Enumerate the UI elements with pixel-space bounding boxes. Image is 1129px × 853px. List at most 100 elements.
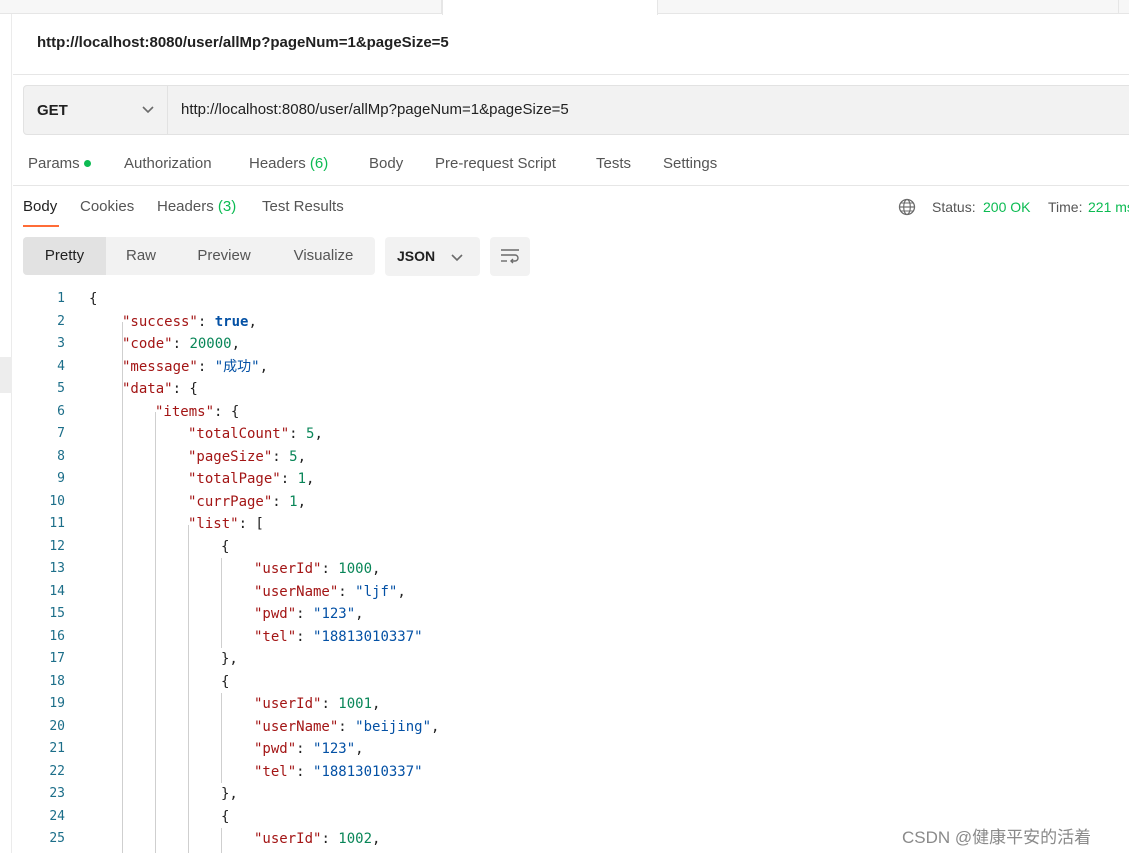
json-key: "code" bbox=[122, 336, 173, 352]
code-text: { bbox=[221, 673, 230, 690]
request-tab[interactable] bbox=[658, 0, 1119, 14]
tab-headers[interactable]: Headers (6) bbox=[249, 155, 328, 172]
line-number: 1 bbox=[57, 291, 65, 306]
sidebar-selection-marker bbox=[0, 357, 12, 393]
url-bar: GET http://localhost:8080/user/allMp?pag… bbox=[23, 85, 1129, 135]
json-key: "tel" bbox=[254, 763, 297, 780]
url-input[interactable]: http://localhost:8080/user/allMp?pageNum… bbox=[181, 101, 569, 118]
method-select[interactable]: GET bbox=[24, 86, 168, 134]
tab-tests[interactable]: Tests bbox=[596, 155, 631, 172]
json-key: "userId" bbox=[254, 696, 322, 712]
format-dropdown[interactable]: JSON bbox=[385, 237, 480, 276]
chevron-down-icon bbox=[142, 106, 154, 114]
code-text: "list": [ bbox=[188, 516, 264, 532]
watermark: CSDN @健康平安的活着 bbox=[902, 828, 1092, 847]
format-label: JSON bbox=[397, 248, 436, 264]
tab-prerequest-script[interactable]: Pre-request Script bbox=[435, 155, 556, 172]
request-tab-active[interactable] bbox=[442, 0, 658, 15]
view-pretty[interactable]: Pretty bbox=[23, 237, 106, 275]
code-line: 21 "pwd": "123", bbox=[13, 738, 1129, 761]
code-text: { bbox=[89, 291, 98, 307]
line-number: 19 bbox=[49, 696, 65, 711]
code-line: 12 { bbox=[13, 536, 1129, 559]
code-text: "items": { bbox=[155, 403, 240, 420]
json-key: "data" bbox=[122, 381, 173, 397]
json-value: 1001 bbox=[338, 696, 373, 712]
line-number: 18 bbox=[49, 673, 65, 689]
tab-params-label: Params bbox=[28, 155, 80, 172]
response-divider bbox=[13, 185, 1129, 186]
code-text: }, bbox=[221, 786, 238, 802]
response-tab-headers-label: Headers bbox=[157, 198, 214, 215]
json-value: 1 bbox=[297, 471, 307, 487]
json-value: "ljf" bbox=[355, 583, 398, 600]
line-number: 11 bbox=[49, 516, 65, 531]
json-value: 1002 bbox=[338, 831, 373, 847]
line-number: 25 bbox=[49, 831, 65, 846]
code-text: "pageSize": 5, bbox=[188, 448, 307, 465]
view-visualize[interactable]: Visualize bbox=[272, 237, 375, 275]
tab-params[interactable]: Params bbox=[28, 155, 91, 172]
line-number: 5 bbox=[57, 381, 65, 396]
json-value: 1 bbox=[289, 493, 298, 510]
code-text: "tel": "18813010337" bbox=[254, 628, 423, 645]
line-number: 6 bbox=[57, 403, 65, 419]
active-tab-underline bbox=[23, 225, 59, 227]
code-text: "data": { bbox=[122, 381, 198, 397]
code-line: 18 { bbox=[13, 671, 1129, 694]
view-preview[interactable]: Preview bbox=[176, 237, 272, 275]
code-text: "currPage": 1, bbox=[188, 493, 307, 510]
code-line: 17}, bbox=[13, 648, 1129, 671]
json-key: "pageSize" bbox=[188, 448, 273, 465]
response-tab-test-results[interactable]: Test Results bbox=[262, 198, 344, 215]
status-value[interactable]: 200 OK bbox=[983, 199, 1030, 215]
response-body-viewer[interactable]: 1{ 2 "success": true, 3 "code": 20000, 4 "m… bbox=[13, 288, 1129, 853]
code-line: 5 "data": { bbox=[13, 378, 1129, 401]
tab-authorization[interactable]: Authorization bbox=[124, 155, 212, 172]
code-line: 19 "userId": 1001, bbox=[13, 693, 1129, 716]
wrap-lines-button[interactable] bbox=[490, 237, 530, 276]
tab-body[interactable]: Body bbox=[369, 155, 403, 172]
code-line: 7 "totalCount": 5, bbox=[13, 423, 1129, 446]
request-title[interactable]: http://localhost:8080/user/allMp?pageNum… bbox=[37, 34, 449, 51]
json-key: "items" bbox=[155, 403, 215, 420]
response-tab-cookies[interactable]: Cookies bbox=[80, 198, 134, 215]
json-key: "list" bbox=[188, 516, 239, 532]
chevron-down-icon bbox=[451, 254, 463, 262]
json-key: "currPage" bbox=[188, 493, 273, 510]
code-text: "userId": 1000, bbox=[254, 561, 381, 577]
line-number: 8 bbox=[57, 448, 65, 464]
code-line: 11 "list": [ bbox=[13, 513, 1129, 536]
json-key: "pwd" bbox=[254, 741, 297, 757]
code-text: "totalCount": 5, bbox=[188, 426, 323, 442]
code-line: 14 "userName": "ljf", bbox=[13, 581, 1129, 604]
code-line: 6 "items": { bbox=[13, 401, 1129, 424]
tab-strip bbox=[0, 0, 1129, 15]
wrap-lines-icon bbox=[501, 249, 519, 264]
json-key: "pwd" bbox=[254, 606, 297, 622]
line-number: 21 bbox=[49, 741, 65, 756]
globe-icon[interactable] bbox=[898, 198, 916, 216]
view-raw[interactable]: Raw bbox=[106, 237, 176, 275]
tab-settings[interactable]: Settings bbox=[663, 155, 717, 172]
response-tab-headers[interactable]: Headers (3) bbox=[157, 198, 236, 215]
code-text: "userId": 1001, bbox=[254, 696, 381, 712]
line-number: 22 bbox=[49, 763, 65, 779]
code-text: }, bbox=[221, 651, 238, 667]
code-text: { bbox=[221, 808, 230, 825]
status-label: Status: bbox=[932, 199, 976, 215]
code-text: "code": 20000, bbox=[122, 336, 241, 352]
request-tab[interactable] bbox=[0, 0, 442, 14]
code-line: 3 "code": 20000, bbox=[13, 333, 1129, 356]
json-key: "userId" bbox=[254, 561, 322, 577]
view-mode-selector: Pretty Raw Preview Visualize bbox=[23, 237, 375, 275]
time-value[interactable]: 221 ms bbox=[1088, 199, 1129, 215]
code-line: 10 "currPage": 1, bbox=[13, 491, 1129, 514]
response-tab-body[interactable]: Body bbox=[23, 198, 57, 215]
json-value: "123" bbox=[313, 606, 356, 622]
line-number: 4 bbox=[57, 358, 65, 374]
json-key: "totalCount" bbox=[188, 426, 290, 442]
code-text: "pwd": "123", bbox=[254, 606, 364, 622]
json-value: 5 bbox=[289, 448, 298, 465]
line-number: 9 bbox=[57, 471, 65, 486]
